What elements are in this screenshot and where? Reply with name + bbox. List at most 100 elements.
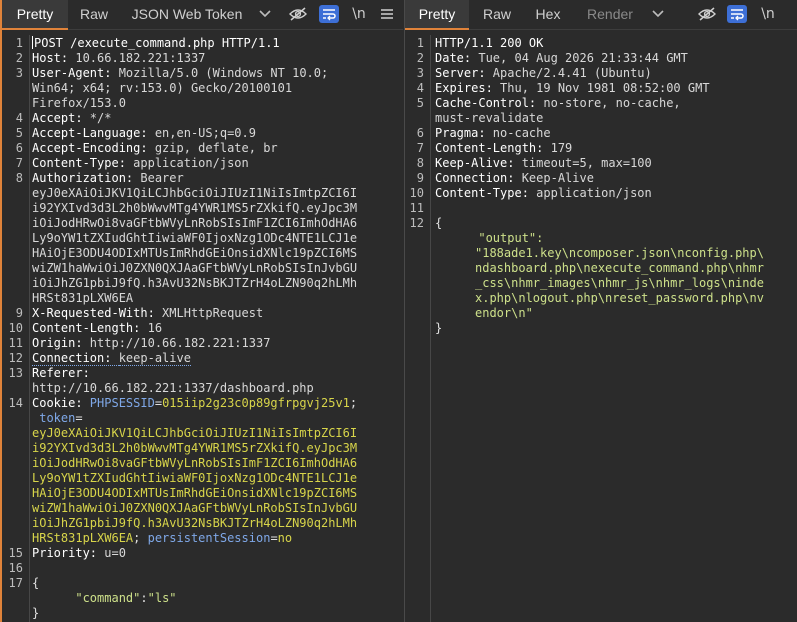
- json-key-line: "output":: [478, 231, 544, 245]
- wrap-lines-icon[interactable]: [317, 0, 341, 30]
- request-line-wrap: Win64; x64; rv:153.0) Gecko/20100101: [32, 81, 293, 95]
- line-number: 12: [409, 216, 424, 230]
- json-value-line: x.php\nlogout.php\nreset_password.php\nv: [475, 291, 764, 305]
- line-number: 11: [8, 336, 23, 350]
- request-line: Accept-Encoding: gzip, deflate, br: [32, 141, 278, 155]
- request-line: POST /execute_command.php HTTP/1.1: [32, 36, 280, 50]
- request-line: Accept-Language: en,en-US;q=0.9: [32, 126, 256, 140]
- line-number: 3: [416, 66, 424, 80]
- jwt-line: wiZW1haWwiOiJ0ZXN0QXJAaGFtbWVyLnRobSIsIn…: [32, 261, 358, 275]
- line-number: 12: [8, 351, 23, 365]
- response-tab-hex[interactable]: Hex: [527, 0, 569, 30]
- token-line: HAiOjE3ODU4ODIxMTUsImRhdGEiOnsidXNlc19pZ…: [32, 486, 358, 500]
- response-line: Date: Tue, 04 Aug 2026 21:33:44 GMT: [435, 51, 688, 65]
- token-line: eyJ0eXAiOiJKV1QiLCJhbGciOiJIUzI1NiIsImtp…: [32, 426, 358, 440]
- wrap-lines-icon[interactable]: [725, 0, 749, 30]
- line-number: 7: [416, 141, 424, 155]
- line-number: 1: [416, 36, 424, 50]
- line-number: 10: [409, 186, 424, 200]
- text-caret: [32, 36, 33, 49]
- newline-toggle[interactable]: \n: [348, 0, 370, 30]
- line-number: 16: [8, 561, 23, 575]
- body-open-brace: {: [32, 576, 40, 590]
- line-number: 9: [15, 306, 23, 320]
- cookie-line: token=: [32, 411, 83, 425]
- line-number: 5: [15, 126, 23, 140]
- body-close-brace: }: [32, 606, 40, 620]
- line-number: 6: [416, 126, 424, 140]
- line-number: 8: [416, 156, 424, 170]
- json-value-line: _css\nhmr_images\nhmr_js\nhmr_logs\ninde: [475, 276, 764, 290]
- hide-eye-icon[interactable]: [286, 0, 310, 30]
- request-line: Content-Length: 16: [32, 321, 163, 335]
- chevron-down-icon[interactable]: [647, 0, 669, 30]
- line-number: 17: [8, 576, 23, 590]
- body-line: "command":"ls": [75, 591, 177, 605]
- request-line: Host: 10.66.182.221:1337: [32, 51, 206, 65]
- response-pane: Pretty Raw Hex Render \n 1 2 3 4 5 6 7 8…: [404, 0, 797, 622]
- request-line-wrap: http://10.66.182.221:1337/dashboard.php: [32, 381, 314, 395]
- token-line: Ly9oYW1tZXIudGhtIiwiaWF0IjoxNzg1ODc4NTE1…: [32, 471, 358, 485]
- jwt-line: HAiOjE3ODU4ODIxMTUsImRhdGEiOnsidXNlc19pZ…: [32, 246, 358, 260]
- token-line: HRSt831pLXW6EA; persistentSession=no: [32, 531, 293, 545]
- request-pane: Pretty Raw JSON Web Token \n 1 2 3 4 5 6…: [0, 0, 403, 622]
- line-number: 3: [15, 66, 23, 80]
- token-line: wiZW1haWwiOiJ0ZXN0QXJAaGFtbWVyLnRobSIsIn…: [32, 501, 358, 515]
- response-line: Expires: Thu, 19 Nov 1981 08:52:00 GMT: [435, 81, 710, 95]
- response-tab-pretty[interactable]: Pretty: [405, 0, 469, 30]
- response-line: Keep-Alive: timeout=5, max=100: [435, 156, 652, 170]
- hide-eye-icon[interactable]: [695, 0, 719, 30]
- cookie-line: Cookie: PHPSESSID=015iip2g23c0p89gfrpgvj…: [32, 396, 358, 410]
- json-value-line: endor\n": [475, 306, 533, 320]
- response-tabbar: Pretty Raw Hex Render \n: [405, 0, 797, 30]
- json-open-brace: {: [435, 216, 443, 230]
- request-line: Priority: u=0: [32, 546, 126, 560]
- request-tab-pretty[interactable]: Pretty: [2, 0, 68, 30]
- chevron-down-icon[interactable]: [254, 0, 276, 30]
- request-line: Origin: http://10.66.182.221:1337: [32, 336, 271, 350]
- token-line: i92YXIvd3d3L2h0bWwvMTg4YWR1MS5rZXkifQ.ey…: [32, 441, 358, 455]
- newline-toggle[interactable]: \n: [757, 0, 779, 30]
- response-tab-raw[interactable]: Raw: [475, 0, 519, 30]
- response-editor[interactable]: HTTP/1.1 200 OK Date: Tue, 04 Aug 2026 2…: [435, 35, 797, 622]
- line-number: 1: [15, 36, 23, 50]
- line-number: 8: [15, 171, 23, 185]
- jwt-line: eyJ0eXAiOiJKV1QiLCJhbGciOiJIUzI1NiIsImtp…: [32, 186, 358, 200]
- response-line: Cache-Control: no-store, no-cache,: [435, 96, 681, 110]
- jwt-line: iOiJhZG1pbiJ9fQ.h3AvU32NsBKJTZrH4oLZN90q…: [32, 276, 358, 290]
- line-number: 9: [416, 171, 424, 185]
- response-line: HTTP/1.1 200 OK: [435, 36, 544, 50]
- line-number: 14: [8, 396, 23, 410]
- request-tab-jwt[interactable]: JSON Web Token: [126, 0, 248, 30]
- line-number: 5: [416, 96, 424, 110]
- menu-icon[interactable]: [376, 0, 398, 30]
- line-number: 2: [15, 51, 23, 65]
- token-line: iOiJhZG1pbiJ9fQ.h3AvU32NsBKJTZrH4oLZN90q…: [32, 516, 358, 530]
- request-line-gutter: 1 2 3 4 5 6 7 8 9 10 11 12 13 14 15 16 1…: [2, 35, 30, 622]
- request-line: Accept: */*: [32, 111, 112, 125]
- response-tab-render[interactable]: Render: [581, 0, 639, 30]
- line-number: 6: [15, 141, 23, 155]
- token-line: iOiJodHRwOi8vaGFtbWVyLnRobSIsImF1ZCI6Imh…: [32, 456, 358, 470]
- line-number: 13: [8, 366, 23, 380]
- jwt-line: Ly9oYW1tZXIudGhtIiwiaWF0IjoxNzg1ODc4NTE1…: [32, 231, 358, 245]
- response-line-gutter: 1 2 3 4 5 6 7 8 9 10 11 12: [405, 35, 431, 622]
- request-tabbar: Pretty Raw JSON Web Token \n: [2, 0, 403, 30]
- jwt-line: iOiJodHRwOi8vaGFtbWVyLnRobSIsImF1ZCI6Imh…: [32, 216, 358, 230]
- response-line: Server: Apache/2.4.41 (Ubuntu): [435, 66, 652, 80]
- line-number: 11: [409, 201, 424, 215]
- line-number: 10: [8, 321, 23, 335]
- request-line: Authorization: Bearer: [32, 171, 184, 185]
- request-line: Referer:: [32, 366, 90, 380]
- jwt-line: HRSt831pLXW6EA: [32, 291, 134, 305]
- jwt-line: i92YXIvd3d3L2h0bWwvMTg4YWR1MS5rZXkifQ.ey…: [32, 201, 358, 215]
- request-editor[interactable]: POST /execute_command.php HTTP/1.1 Host:…: [32, 35, 403, 622]
- response-line-wrap: must-revalidate: [435, 111, 544, 125]
- request-line: Content-Type: application/json: [32, 156, 249, 170]
- request-line-wrap: Firefox/153.0: [32, 96, 126, 110]
- response-line: Content-Type: application/json: [435, 186, 652, 200]
- request-line: User-Agent: Mozilla/5.0 (Windows NT 10.0…: [32, 66, 329, 80]
- request-tab-raw[interactable]: Raw: [70, 0, 118, 30]
- request-line: X-Requested-With: XMLHttpRequest: [32, 306, 264, 320]
- response-line: Pragma: no-cache: [435, 126, 551, 140]
